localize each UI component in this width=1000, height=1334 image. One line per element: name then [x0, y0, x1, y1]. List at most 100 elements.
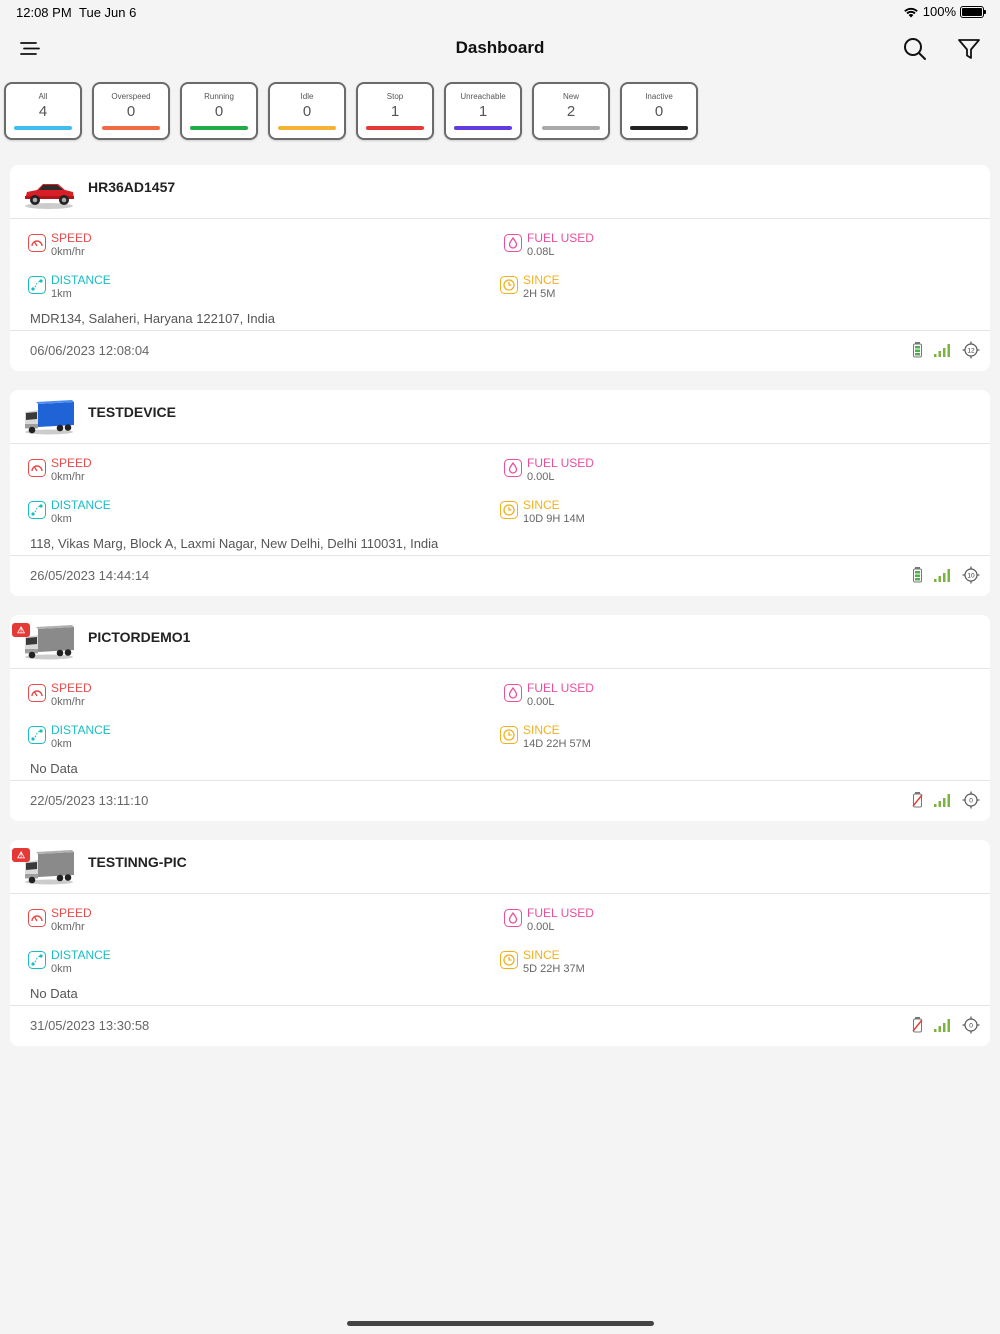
- gps-satellite-icon: 10: [962, 566, 980, 584]
- since-value: 2H 5M: [523, 288, 556, 300]
- filter-chip-inactive[interactable]: Inactive 0: [620, 82, 698, 140]
- chip-color-bar: [102, 126, 160, 130]
- vehicle-card[interactable]: TESTDEVICE SPEED 0km/hr FUEL USED 0.00L DI…: [10, 390, 990, 596]
- since-label: SINCE: [523, 498, 560, 512]
- last-update-timestamp: 31/05/2023 13:30:58: [30, 1018, 150, 1033]
- search-button[interactable]: [902, 36, 928, 62]
- vehicle-address: No Data: [30, 761, 78, 776]
- since-label: SINCE: [523, 273, 560, 287]
- distance-value: 0km: [51, 738, 72, 750]
- vehicle-image: [22, 850, 76, 886]
- chip-count: 0: [302, 103, 312, 120]
- device-status-icons: 0: [912, 791, 980, 809]
- clock-icon: [500, 501, 518, 519]
- filter-chip-idle[interactable]: Idle 0: [268, 82, 346, 140]
- vehicle-card-info: SPEED 0km/hr FUEL USED 0.00L DISTANCE 0km S…: [10, 444, 990, 556]
- search-icon: [904, 38, 926, 60]
- fuel-value: 0.00L: [527, 471, 555, 483]
- filter-chip-new[interactable]: New 2: [532, 82, 610, 140]
- alert-badge-icon: ⚠: [12, 623, 30, 637]
- gps-satellite-icon: 0: [962, 1016, 980, 1034]
- vehicle-card[interactable]: HR36AD1457 SPEED 0km/hr FUEL USED 0.08L DI…: [10, 165, 990, 371]
- vehicle-card-info: SPEED 0km/hr FUEL USED 0.00L DISTANCE 0km S…: [10, 894, 990, 1006]
- since-value: 10D 9H 14M: [523, 513, 585, 525]
- speed-label: SPEED: [51, 906, 92, 920]
- vehicle-card-footer: 26/05/2023 14:44:14 10: [10, 556, 990, 594]
- vehicle-card-info: SPEED 0km/hr FUEL USED 0.00L DISTANCE 0km S…: [10, 669, 990, 781]
- vehicle-image: [22, 625, 76, 661]
- distance-metric: DISTANCE 1km: [28, 273, 111, 301]
- fuel-label: FUEL USED: [527, 456, 594, 470]
- filter-chip-unreachable[interactable]: Unreachable 1: [444, 82, 522, 140]
- vehicle-card[interactable]: ⚠ PICTORDEMO1 SPEED 0km/hr FUEL USED 0.00L…: [10, 615, 990, 821]
- vehicle-address: 118, Vikas Marg, Block A, Laxmi Nagar, N…: [30, 536, 439, 551]
- svg-text:0: 0: [969, 1022, 973, 1029]
- gps-satellite-icon: 0: [962, 791, 980, 809]
- nav-bar: Dashboard: [0, 24, 1000, 74]
- fuel-metric: FUEL USED 0.00L: [504, 456, 594, 484]
- chip-label: Stop: [386, 92, 404, 101]
- chip-count: 1: [390, 103, 400, 120]
- chip-count: 1: [478, 103, 488, 120]
- distance-metric: DISTANCE 0km: [28, 498, 111, 526]
- vehicle-card-footer: 31/05/2023 13:30:58 0: [10, 1006, 990, 1044]
- route-icon: [28, 501, 46, 519]
- fuel-drop-icon: [504, 459, 522, 477]
- distance-label: DISTANCE: [51, 723, 111, 737]
- since-value: 14D 22H 57M: [523, 738, 591, 750]
- vehicle-image: [22, 175, 76, 211]
- home-indicator[interactable]: [347, 1321, 654, 1326]
- fuel-metric: FUEL USED 0.00L: [504, 681, 594, 709]
- distance-value: 0km: [51, 513, 72, 525]
- fuel-metric: FUEL USED 0.00L: [504, 906, 594, 934]
- filter-button[interactable]: [956, 36, 982, 62]
- status-time: 12:08 PM: [16, 5, 72, 20]
- speed-metric: SPEED 0km/hr: [28, 906, 92, 934]
- battery-status-icon: [913, 342, 922, 358]
- chip-label: Unreachable: [460, 92, 506, 101]
- fuel-value: 0.00L: [527, 696, 555, 708]
- chip-color-bar: [454, 126, 512, 130]
- speedometer-icon: [28, 684, 46, 702]
- gps-satellite-icon: 12: [962, 341, 980, 359]
- since-metric: SINCE 2H 5M: [500, 273, 560, 301]
- since-label: SINCE: [523, 948, 560, 962]
- chip-color-bar: [190, 126, 248, 130]
- distance-value: 0km: [51, 963, 72, 975]
- fuel-drop-icon: [504, 909, 522, 927]
- speed-label: SPEED: [51, 231, 92, 245]
- since-value: 5D 22H 37M: [523, 963, 585, 975]
- vehicle-name: TESTINNG-PIC: [88, 854, 187, 870]
- battery-status-icon: [913, 567, 922, 583]
- chip-color-bar: [14, 126, 72, 130]
- filter-chip-all[interactable]: All 4: [4, 82, 82, 140]
- chip-label: Idle: [300, 92, 314, 101]
- vehicle-address: MDR134, Salaheri, Haryana 122107, India: [30, 311, 275, 326]
- status-filter-bar: All 4 Overspeed 0 Running 0 Idle 0 Stop …: [4, 82, 698, 140]
- fuel-metric: FUEL USED 0.08L: [504, 231, 594, 259]
- page-title: Dashboard: [455, 38, 545, 57]
- svg-text:0: 0: [969, 797, 973, 804]
- battery-percent: 100%: [922, 4, 956, 19]
- chip-label: Inactive: [645, 92, 673, 101]
- device-status-icons: 10: [912, 566, 980, 584]
- last-update-timestamp: 06/06/2023 12:08:04: [30, 343, 150, 358]
- filter-chip-overspeed[interactable]: Overspeed 0: [92, 82, 170, 140]
- fuel-value: 0.00L: [527, 921, 555, 933]
- fuel-drop-icon: [504, 684, 522, 702]
- last-update-timestamp: 22/05/2023 13:11:10: [30, 793, 149, 808]
- filter-chip-running[interactable]: Running 0: [180, 82, 258, 140]
- distance-value: 1km: [51, 288, 72, 300]
- vehicle-card[interactable]: ⚠ TESTINNG-PIC SPEED 0km/hr FUEL USED 0.00…: [10, 840, 990, 1046]
- speed-label: SPEED: [51, 681, 92, 695]
- speed-value: 0km/hr: [51, 921, 85, 933]
- signal-strength-icon: [934, 1019, 950, 1032]
- chip-label: New: [562, 92, 579, 101]
- status-date: Tue Jun 6: [79, 5, 137, 20]
- chip-color-bar: [366, 126, 424, 130]
- fuel-drop-icon: [504, 234, 522, 252]
- vehicle-card-footer: 22/05/2023 13:11:10 0: [10, 781, 990, 819]
- filter-chip-stop[interactable]: Stop 1: [356, 82, 434, 140]
- distance-label: DISTANCE: [51, 273, 111, 287]
- speedometer-icon: [28, 909, 46, 927]
